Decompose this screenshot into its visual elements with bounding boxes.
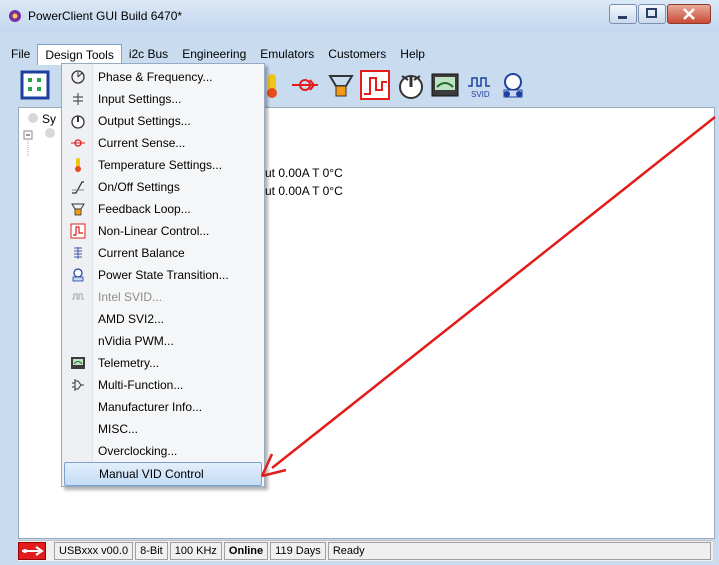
app-window: PowerClient GUI Build 6470* File Design … <box>0 0 719 565</box>
annotation-arrow <box>260 116 716 478</box>
